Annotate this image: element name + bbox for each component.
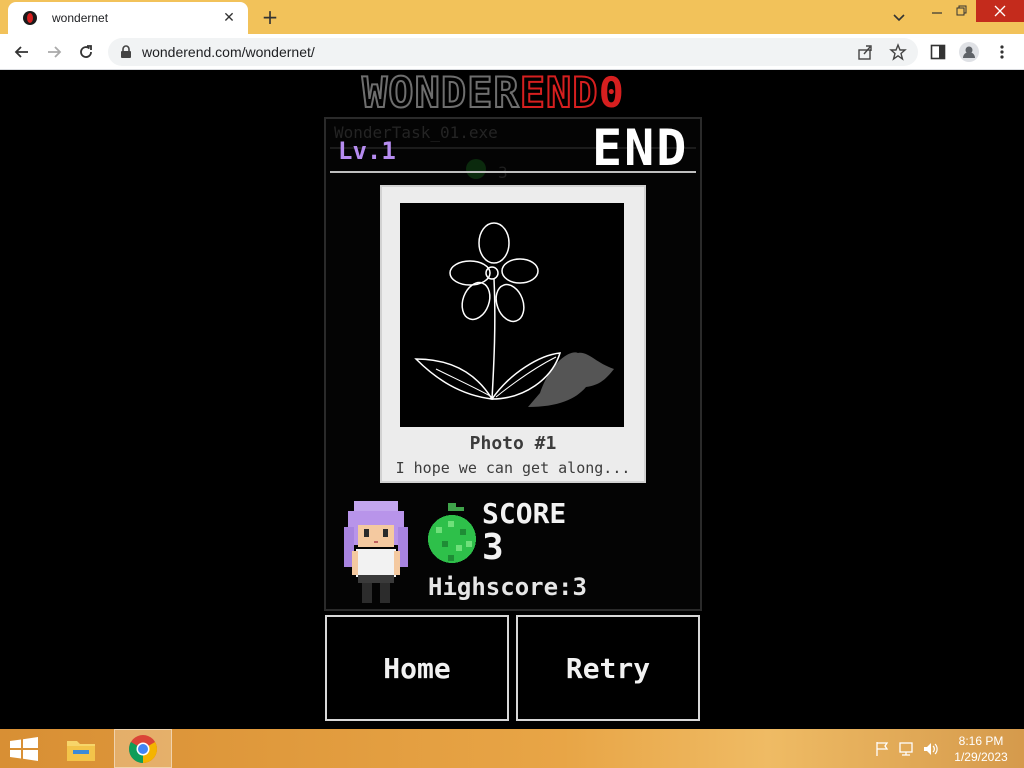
results-panel: WonderTask_01.exe 3 Lv.1 END: [324, 117, 702, 611]
windows-taskbar: 8:16 PM 1/29/2023: [0, 729, 1024, 768]
new-tab-button[interactable]: +: [258, 6, 282, 28]
photo-title: Photo #1: [469, 433, 557, 454]
logo-end-text: END: [519, 68, 599, 117]
pixel-girl-character-icon: [344, 501, 408, 603]
tab-title: wondernet: [52, 11, 109, 25]
level-indicator: Lv.1: [338, 137, 396, 165]
lock-icon[interactable]: [120, 45, 132, 59]
taskbar-chrome[interactable]: [114, 729, 172, 768]
clock-time: 8:16 PM: [958, 734, 1004, 748]
taskbar-file-explorer[interactable]: [54, 729, 108, 768]
profile-button[interactable]: [957, 40, 981, 64]
photo-image: [400, 203, 624, 427]
tab-strip: wondernet ✕ +: [0, 0, 1024, 34]
forward-button[interactable]: [42, 40, 66, 64]
tab-search-chevron-icon[interactable]: [888, 7, 910, 27]
volume-icon[interactable]: [922, 741, 938, 757]
menu-button[interactable]: [990, 40, 1014, 64]
back-arrow-icon: [14, 46, 28, 58]
game-page: WONDEREND0 WonderTask_01.exe 3 Lv.1 END: [0, 68, 1024, 729]
clock-date: 1/29/2023: [954, 750, 1008, 764]
reload-button[interactable]: [74, 40, 98, 64]
browser-toolbar: wonderend.com/wondernet/: [0, 34, 1024, 70]
back-button[interactable]: [10, 40, 34, 64]
highscore-text: Highscore:3: [428, 573, 587, 601]
share-icon[interactable]: [856, 43, 874, 61]
tab-close-icon[interactable]: ✕: [220, 10, 238, 26]
close-icon: [994, 5, 1006, 17]
chrome-icon: [129, 734, 157, 763]
close-window-button[interactable]: [976, 0, 1024, 22]
file-explorer-icon: [67, 740, 95, 761]
network-icon[interactable]: [898, 741, 914, 757]
reload-icon: [80, 45, 92, 58]
header-divider: [330, 171, 696, 173]
wonderend-logo: WONDEREND0: [361, 68, 625, 117]
forward-arrow-icon: [48, 46, 62, 58]
windows-start-icon[interactable]: [8, 737, 40, 761]
system-clock[interactable]: 8:16 PM 1/29/2023: [944, 733, 1018, 765]
tab-wondernet[interactable]: wondernet ✕: [8, 2, 248, 34]
minimize-icon: [932, 12, 942, 14]
url-text[interactable]: wonderend.com/wondernet/: [142, 44, 315, 60]
logo-zero-text: 0: [598, 68, 625, 117]
home-button[interactable]: Home: [325, 615, 509, 721]
score-label: SCORE: [482, 497, 567, 530]
address-bar[interactable]: wonderend.com/wondernet/: [108, 38, 918, 66]
side-panel-icon: [930, 44, 946, 60]
end-title: END: [592, 119, 689, 177]
flower-drawing-icon: [414, 222, 614, 407]
profile-avatar-icon: [959, 42, 979, 62]
restore-icon: [956, 5, 967, 16]
green-melon-icon: [428, 503, 476, 563]
score-value: 3: [482, 527, 504, 568]
photo-card: Photo #1 I hope we can get along...: [380, 185, 646, 483]
wonderend-favicon-icon: [23, 11, 37, 25]
restore-button[interactable]: [947, 0, 977, 22]
logo-wonder-text: WONDER: [361, 68, 520, 117]
kebab-menu-icon: [1000, 45, 1004, 59]
bookmark-star-icon[interactable]: [889, 43, 907, 61]
photo-caption: I hope we can get along...: [395, 459, 631, 477]
background-melon-icon: [466, 159, 486, 179]
side-panel-button[interactable]: [926, 40, 950, 64]
retry-button[interactable]: Retry: [516, 615, 700, 721]
flag-icon[interactable]: [874, 741, 890, 757]
